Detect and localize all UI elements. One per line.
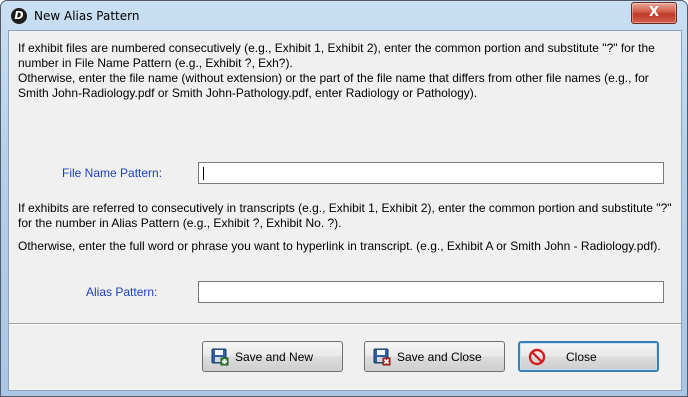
save-close-icon <box>373 348 391 365</box>
save-and-new-button[interactable]: Save and New <box>202 341 343 372</box>
title-bar[interactable]: D New Alias Pattern X <box>1 1 687 31</box>
save-and-close-button[interactable]: Save and Close <box>364 341 505 372</box>
file-name-pattern-input[interactable] <box>198 162 664 184</box>
close-label: Close <box>566 349 597 364</box>
dialog-window: D New Alias Pattern X If exhibit files a… <box>0 0 688 397</box>
file-name-instructions-1: If exhibit files are numbered consecutiv… <box>18 41 655 70</box>
app-logo-icon: D <box>11 8 27 24</box>
window-title: New Alias Pattern <box>34 9 140 23</box>
alias-pattern-input[interactable] <box>198 281 664 303</box>
file-name-instructions-2: Otherwise, enter the file name (without … <box>18 71 649 100</box>
alias-instructions-2: Otherwise, enter the full word or phrase… <box>18 239 661 253</box>
alias-pattern-label: Alias Pattern: <box>86 285 158 299</box>
text-caret <box>203 167 204 180</box>
save-and-close-label: Save and Close <box>397 349 482 364</box>
save-new-icon <box>211 348 229 365</box>
footer-separator <box>9 323 681 325</box>
window-close-button[interactable]: X <box>631 2 677 24</box>
file-name-pattern-label: File Name Pattern: <box>62 166 163 180</box>
cancel-circle-icon <box>528 348 546 365</box>
close-button[interactable]: Close <box>518 341 659 372</box>
save-and-new-label: Save and New <box>235 349 314 364</box>
alias-instructions-1: If exhibits are referred to consecutivel… <box>18 201 672 230</box>
dialog-body: If exhibit files are numbered consecutiv… <box>8 30 682 391</box>
close-icon: X <box>648 5 660 20</box>
